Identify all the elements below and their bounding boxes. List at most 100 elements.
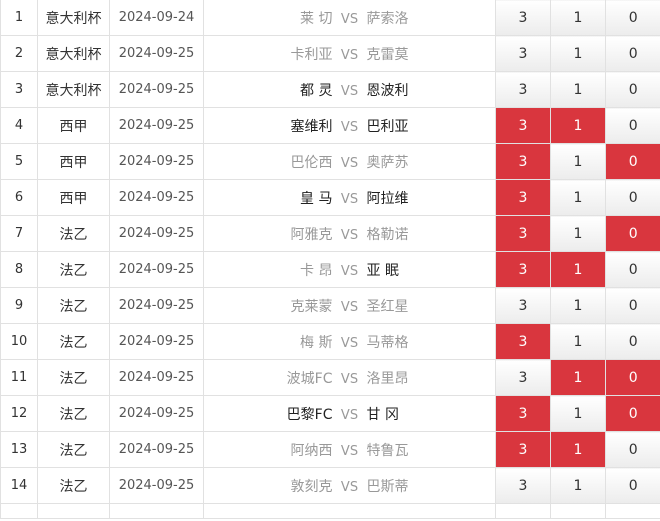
option-loss-cell[interactable]: 0 xyxy=(605,0,660,36)
vs-label: VS xyxy=(340,47,359,63)
match-date: 2024-09-25 xyxy=(109,287,204,324)
option-win-cell[interactable]: 3 xyxy=(495,71,551,108)
match-teams: 阿雅克 VS 格勒诺 xyxy=(203,215,496,252)
option-loss-cell[interactable]: 0 xyxy=(605,215,660,252)
match-date: 2024-09-25 xyxy=(109,395,204,432)
option-draw-cell[interactable]: 1 xyxy=(550,251,606,288)
option-loss-cell[interactable]: 0 xyxy=(605,179,660,216)
match-date: 2024-09-25 xyxy=(109,323,204,360)
option-loss-cell[interactable]: 0 xyxy=(605,359,660,396)
match-date: 2024-09-25 xyxy=(109,35,204,72)
vs-label: VS xyxy=(340,443,359,459)
match-date: 2024-09-25 xyxy=(109,431,204,468)
option-loss-cell[interactable]: 0 xyxy=(605,395,660,432)
league-name: 法乙 xyxy=(37,323,110,360)
match-date: 2024-09-25 xyxy=(109,251,204,288)
away-team: 甘 冈 xyxy=(366,406,399,423)
table-bottom-cell xyxy=(37,503,110,519)
vs-label: VS xyxy=(340,11,359,27)
table-bottom-cell xyxy=(109,503,204,519)
option-win-cell[interactable]: 3 xyxy=(495,323,551,360)
option-loss-cell[interactable]: 0 xyxy=(605,251,660,288)
away-team: 洛里昂 xyxy=(366,370,409,387)
vs-label: VS xyxy=(340,191,359,207)
option-draw-cell[interactable]: 1 xyxy=(550,35,606,72)
option-draw-cell[interactable]: 1 xyxy=(550,71,606,108)
away-team: 奥萨苏 xyxy=(366,154,409,171)
match-teams: 梅 斯 VS 马蒂格 xyxy=(203,323,496,360)
match-date: 2024-09-25 xyxy=(109,107,204,144)
row-number: 13 xyxy=(0,431,38,468)
option-draw-cell[interactable]: 1 xyxy=(550,179,606,216)
home-team: 敦刻克 xyxy=(290,478,333,495)
vs-label: VS xyxy=(340,479,359,495)
option-draw-cell[interactable]: 1 xyxy=(550,143,606,180)
option-win-cell[interactable]: 3 xyxy=(495,395,551,432)
match-teams: 波城FC VS 洛里昂 xyxy=(203,359,496,396)
table-bottom-cell xyxy=(0,503,38,519)
vs-label: VS xyxy=(340,407,359,423)
option-win-cell[interactable]: 3 xyxy=(495,431,551,468)
option-draw-cell[interactable]: 1 xyxy=(550,467,606,504)
match-row: 4 西甲 2024-09-25 塞维利 VS 巴利亚 3 1 0 xyxy=(0,107,660,144)
option-win-cell[interactable]: 3 xyxy=(495,143,551,180)
home-team: 都 灵 xyxy=(300,82,333,99)
row-number: 14 xyxy=(0,467,38,504)
table-bottom-cell xyxy=(550,503,606,519)
option-win-cell[interactable]: 3 xyxy=(495,179,551,216)
row-number: 2 xyxy=(0,35,38,72)
home-team: 波城FC xyxy=(286,370,333,387)
match-row: 13 法乙 2024-09-25 阿纳西 VS 特鲁瓦 3 1 0 xyxy=(0,431,660,468)
league-name: 法乙 xyxy=(37,395,110,432)
away-team: 巴斯蒂 xyxy=(366,478,409,495)
option-win-cell[interactable]: 3 xyxy=(495,107,551,144)
match-row: 11 法乙 2024-09-25 波城FC VS 洛里昂 3 1 0 xyxy=(0,359,660,396)
row-number: 12 xyxy=(0,395,38,432)
league-name: 西甲 xyxy=(37,107,110,144)
match-date: 2024-09-24 xyxy=(109,0,204,36)
match-row: 14 法乙 2024-09-25 敦刻克 VS 巴斯蒂 3 1 0 xyxy=(0,467,660,504)
vs-label: VS xyxy=(340,335,359,351)
option-win-cell[interactable]: 3 xyxy=(495,359,551,396)
option-win-cell[interactable]: 3 xyxy=(495,251,551,288)
row-number: 4 xyxy=(0,107,38,144)
table-bottom-cell xyxy=(605,503,660,519)
option-loss-cell[interactable]: 0 xyxy=(605,143,660,180)
match-date: 2024-09-25 xyxy=(109,179,204,216)
match-teams: 巴伦西 VS 奥萨苏 xyxy=(203,143,496,180)
away-team: 特鲁瓦 xyxy=(366,442,409,459)
row-number: 5 xyxy=(0,143,38,180)
league-name: 法乙 xyxy=(37,287,110,324)
match-date: 2024-09-25 xyxy=(109,467,204,504)
home-team: 梅 斯 xyxy=(300,334,333,351)
option-draw-cell[interactable]: 1 xyxy=(550,0,606,36)
league-name: 法乙 xyxy=(37,431,110,468)
match-table-body: 1 意大利杯 2024-09-24 莱 切 VS 萨索洛 3 1 0 2 意大利杯 2024-09-2… xyxy=(0,0,660,519)
option-loss-cell[interactable]: 0 xyxy=(605,431,660,468)
option-win-cell[interactable]: 3 xyxy=(495,215,551,252)
match-date: 2024-09-25 xyxy=(109,215,204,252)
option-draw-cell[interactable]: 1 xyxy=(550,395,606,432)
option-win-cell[interactable]: 3 xyxy=(495,467,551,504)
option-win-cell[interactable]: 3 xyxy=(495,287,551,324)
match-row: 12 法乙 2024-09-25 巴黎FC VS 甘 冈 310 xyxy=(0,395,660,432)
home-team: 卡 昂 xyxy=(300,262,333,279)
option-draw-cell[interactable]: 1 xyxy=(550,107,606,144)
option-draw-cell[interactable]: 1 xyxy=(550,359,606,396)
option-loss-cell[interactable]: 0 xyxy=(605,323,660,360)
option-win-cell[interactable]: 3 xyxy=(495,0,551,36)
option-draw-cell[interactable]: 1 xyxy=(550,323,606,360)
option-draw-cell[interactable]: 1 xyxy=(550,287,606,324)
option-loss-cell[interactable]: 0 xyxy=(605,71,660,108)
table-bottom-cell xyxy=(203,503,496,519)
league-name: 意大利杯 xyxy=(37,0,110,36)
option-loss-cell[interactable]: 0 xyxy=(605,35,660,72)
match-teams: 塞维利 VS 巴利亚 xyxy=(203,107,496,144)
league-name: 意大利杯 xyxy=(37,35,110,72)
option-win-cell[interactable]: 3 xyxy=(495,35,551,72)
option-draw-cell[interactable]: 1 xyxy=(550,431,606,468)
option-loss-cell[interactable]: 0 xyxy=(605,287,660,324)
option-loss-cell[interactable]: 0 xyxy=(605,107,660,144)
option-draw-cell[interactable]: 1 xyxy=(550,215,606,252)
option-loss-cell[interactable]: 0 xyxy=(605,467,660,504)
